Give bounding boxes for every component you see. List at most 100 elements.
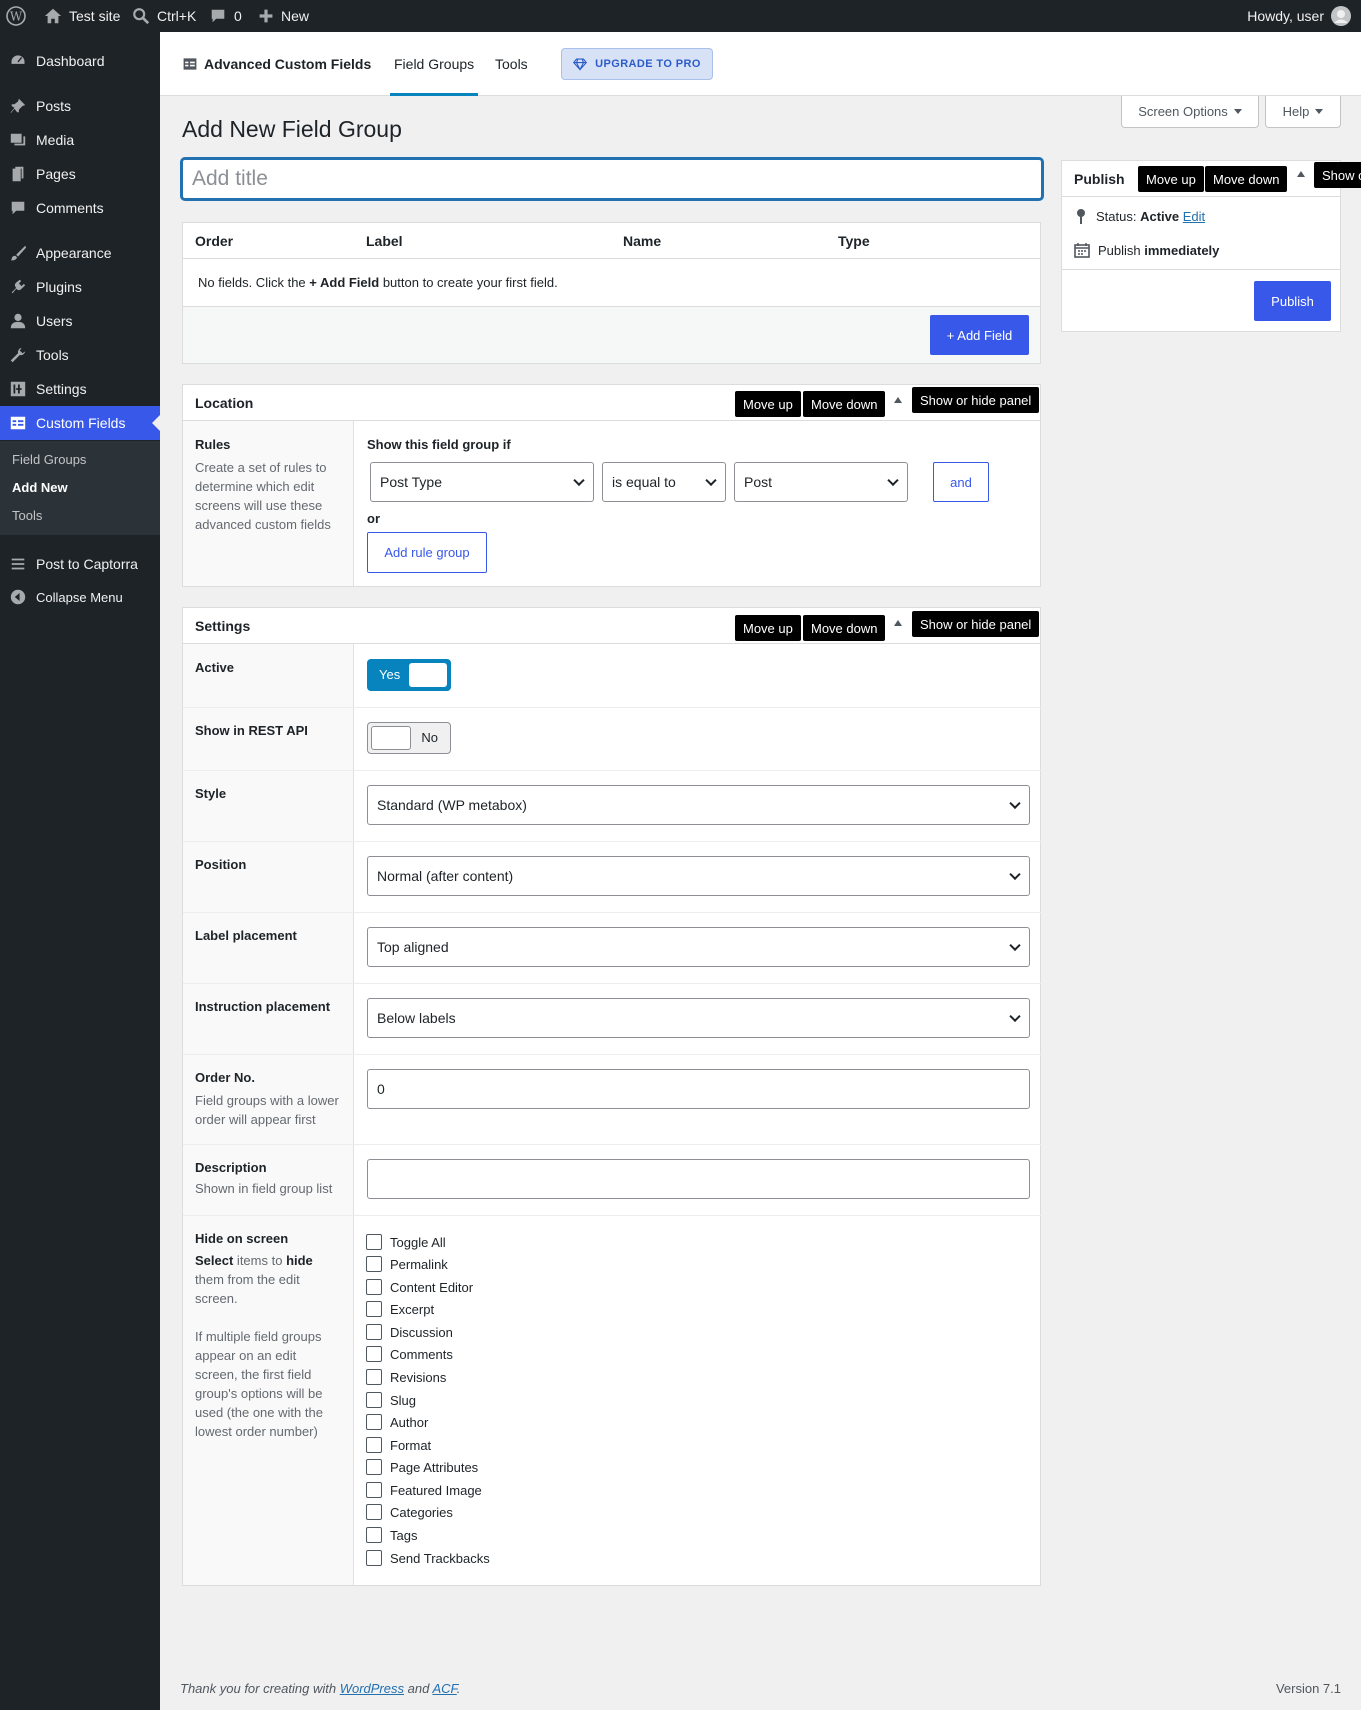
account-menu[interactable]: Howdy, user (1247, 0, 1351, 32)
brush-icon (10, 245, 27, 261)
tab-tools[interactable]: Tools (495, 32, 528, 96)
checkbox-featured-image[interactable]: Featured Image (366, 1482, 482, 1498)
add-rule-group-button[interactable]: Add rule group (367, 532, 487, 573)
sidebar-item-label: Users (36, 313, 73, 329)
checkbox-author[interactable]: Author (366, 1414, 428, 1430)
acf-brand: Advanced Custom Fields (182, 32, 371, 96)
hide-on-screen-note: If multiple field groups appear on an ed… (195, 1329, 323, 1439)
sidebar-item-users[interactable]: Users (0, 304, 160, 338)
sidebar-item-pages[interactable]: Pages (0, 157, 160, 191)
comments-link[interactable]: 0 (209, 0, 242, 32)
sidebar-item-plugins[interactable]: Plugins (0, 270, 160, 304)
toggle-knob (409, 663, 447, 687)
new-content-link[interactable]: New (258, 0, 309, 32)
wordpress-link[interactable]: WordPress (340, 1681, 404, 1696)
label-placement-value: Top aligned (377, 939, 449, 955)
checkbox-revisions[interactable]: Revisions (366, 1369, 446, 1385)
help-label: Help (1282, 104, 1310, 119)
search-shortcut[interactable]: Ctrl+K (132, 0, 196, 32)
checkbox-tags[interactable]: Tags (366, 1527, 417, 1543)
checkbox-permalink[interactable]: Permalink (366, 1256, 448, 1272)
new-label: New (281, 8, 310, 24)
checkbox-send-trackbacks[interactable]: Send Trackbacks (366, 1550, 490, 1566)
rest-api-toggle-value: No (421, 730, 438, 745)
checkbox-page-attributes[interactable]: Page Attributes (366, 1459, 478, 1475)
acf-link[interactable]: ACF (432, 1681, 456, 1696)
sidebar-item-posts[interactable]: Posts (0, 89, 160, 123)
submenu-add-new[interactable]: Add New (12, 480, 68, 495)
move-down-button[interactable]: Move down (803, 391, 886, 417)
instruction-placement-select[interactable]: Below labels (367, 998, 1030, 1038)
home-icon (44, 8, 62, 24)
move-down-button[interactable]: Move down (803, 615, 886, 641)
checkbox-format[interactable]: Format (366, 1437, 431, 1453)
checkbox-discussion[interactable]: Discussion (366, 1324, 453, 1340)
style-select[interactable]: Standard (WP metabox) (367, 785, 1030, 825)
description-input[interactable] (367, 1159, 1030, 1199)
toggle-panel-button[interactable]: Show or hide panel (912, 387, 1040, 413)
acf-header: Advanced Custom Fields Field Groups Tool… (160, 32, 1361, 96)
toggle-panel-button[interactable]: Show or hide panel (912, 611, 1040, 637)
move-up-button[interactable]: Move up (735, 391, 801, 417)
label-placement-label: Label placement (195, 928, 297, 943)
collapse-icon (10, 589, 26, 605)
no-fields-text: No fields. Click the (198, 275, 310, 290)
sidebar-item-tools[interactable]: Tools (0, 338, 160, 372)
checkbox-excerpt[interactable]: Excerpt (366, 1301, 434, 1317)
rule-operator-value: is equal to (612, 474, 676, 490)
move-down-button[interactable]: Move down (1205, 166, 1288, 192)
checkbox-categories[interactable]: Categories (366, 1504, 453, 1520)
move-up-button[interactable]: Move up (1138, 166, 1204, 192)
rest-api-toggle[interactable]: No (367, 722, 451, 754)
submenu-tools[interactable]: Tools (12, 508, 42, 523)
collapse-menu-button[interactable]: Collapse Menu (0, 580, 160, 614)
position-select[interactable]: Normal (after content) (367, 856, 1030, 896)
sidebar-item-custom-fields[interactable]: Custom Fields (0, 406, 160, 440)
active-toggle[interactable]: Yes (367, 659, 451, 691)
checkbox-toggle-all[interactable]: Toggle All (366, 1234, 446, 1250)
help-button[interactable]: Help (1265, 96, 1341, 128)
rule-value-select[interactable]: Post (734, 462, 908, 502)
order-description: Field groups with a lower order will app… (195, 1093, 339, 1127)
field-group-title-input[interactable] (181, 158, 1043, 200)
chevron-down-icon (1009, 797, 1021, 810)
collapse-arrow-icon[interactable] (1297, 171, 1305, 177)
checkbox-label: Revisions (390, 1369, 447, 1385)
sidebar-item-comments[interactable]: Comments (0, 191, 160, 225)
sidebar-item-settings[interactable]: Settings (0, 372, 160, 406)
move-up-button[interactable]: Move up (735, 615, 801, 641)
menu-icon (11, 558, 25, 570)
sidebar-item-appearance[interactable]: Appearance (0, 236, 160, 270)
status-edit-link[interactable]: Edit (1183, 209, 1205, 224)
collapse-arrow-icon[interactable] (894, 620, 902, 626)
rule-operator-select[interactable]: is equal to (602, 462, 726, 502)
publish-button[interactable]: Publish (1254, 281, 1331, 321)
tab-field-groups[interactable]: Field Groups (390, 32, 479, 96)
rules-label: Rules (195, 437, 231, 452)
toggle-panel-button[interactable]: Show o (1314, 162, 1361, 188)
style-label: Style (195, 786, 227, 801)
or-label: or (367, 511, 380, 526)
submenu-field-groups[interactable]: Field Groups (12, 452, 86, 467)
order-input[interactable]: 0 (367, 1069, 1030, 1109)
checkbox-comments[interactable]: Comments (366, 1346, 453, 1362)
sidebar-item-media[interactable]: Media (0, 123, 160, 157)
rule-param-select[interactable]: Post Type (370, 462, 594, 502)
upgrade-to-pro-button[interactable]: UPGRADE TO PRO (561, 48, 713, 80)
label-placement-select[interactable]: Top aligned (367, 927, 1030, 967)
sidebar-item-label: Appearance (36, 245, 112, 261)
sidebar-item-label: Dashboard (36, 53, 105, 69)
checkbox-slug[interactable]: Slug (366, 1392, 416, 1408)
sidebar-item-dashboard[interactable]: Dashboard (0, 44, 160, 78)
checkbox-content-editor[interactable]: Content Editor (366, 1279, 473, 1295)
wordpress-logo-icon[interactable]: W (6, 0, 26, 32)
site-name-link[interactable]: Test site (44, 0, 120, 32)
pages-icon (12, 166, 24, 182)
settings-panel: Settings Move up Move down Show or hide … (182, 607, 1042, 1586)
and-button[interactable]: and (933, 462, 989, 502)
add-field-button[interactable]: + Add Field (930, 315, 1029, 355)
screen-options-button[interactable]: Screen Options (1121, 96, 1259, 128)
publish-status: Status: Active Edit (1074, 208, 1205, 224)
collapse-arrow-icon[interactable] (894, 397, 902, 403)
sidebar-item-post-to-captorra[interactable]: Post to Captorra (0, 547, 160, 581)
